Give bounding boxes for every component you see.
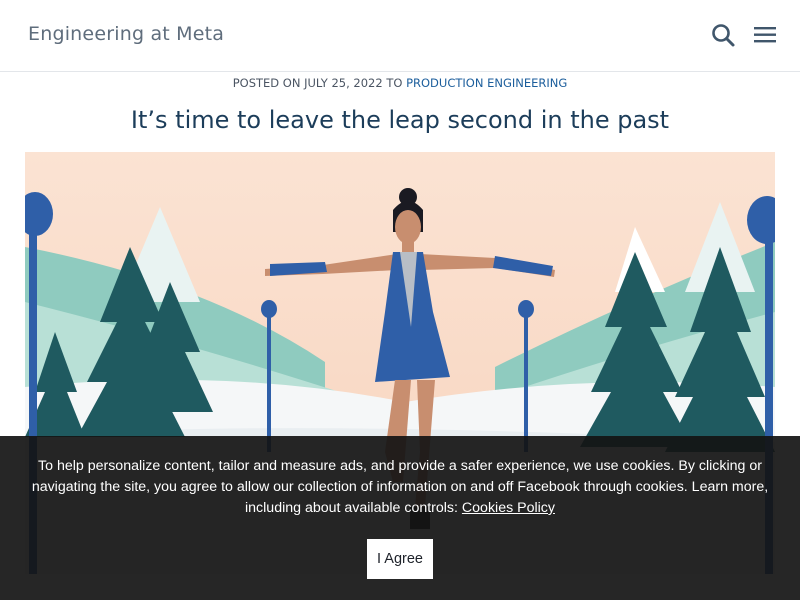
post-title: It’s time to leave the leap second in th… xyxy=(130,106,670,134)
post-date: POSTED ON JULY 25, 2022 TO xyxy=(232,76,407,90)
post-meta: POSTED ON JULY 25, 2022 TO PRODUCTION EN… xyxy=(0,76,800,90)
hamburger-menu-icon[interactable] xyxy=(752,22,778,48)
site-header: Engineering at Meta xyxy=(0,0,800,72)
cookie-message: To help personalize content, tailor and … xyxy=(30,456,770,519)
category-link[interactable]: PRODUCTION ENGINEERING xyxy=(406,76,567,90)
cookies-policy-link[interactable]: Cookies Policy xyxy=(462,500,555,516)
site-logo[interactable]: Engineering at Meta xyxy=(28,23,224,45)
cookie-text: To help personalize content, tailor and … xyxy=(31,458,769,516)
search-icon[interactable] xyxy=(710,22,736,48)
agree-button[interactable]: I Agree xyxy=(367,539,433,579)
cookie-banner: To help personalize content, tailor and … xyxy=(0,436,800,600)
